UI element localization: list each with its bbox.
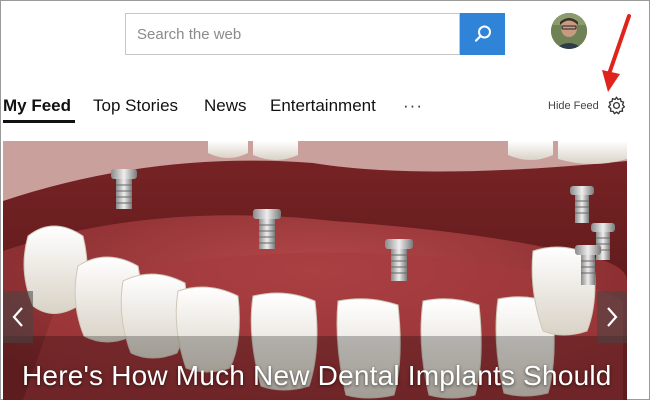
gear-icon[interactable] <box>606 95 627 116</box>
search-button[interactable] <box>460 13 505 55</box>
profile-photo <box>551 13 587 49</box>
tab-news[interactable]: News <box>204 94 247 122</box>
avatar[interactable] <box>551 13 587 49</box>
hide-feed-link[interactable]: Hide Feed <box>548 100 599 112</box>
tab-top-stories[interactable]: Top Stories <box>93 94 178 122</box>
active-tab-indicator <box>3 120 75 123</box>
article-headline[interactable]: Here's How Much New Dental Implants Shou… <box>22 360 612 392</box>
search-input[interactable] <box>126 14 459 54</box>
search-icon <box>474 25 491 42</box>
tab-entertainment[interactable]: Entertainment <box>270 94 376 122</box>
carousel-next-button[interactable] <box>597 291 627 343</box>
page-margin <box>627 141 648 398</box>
annotation-arrow <box>602 14 631 92</box>
tab-my-feed[interactable]: My Feed <box>3 94 71 122</box>
chevron-right-icon <box>607 307 618 327</box>
more-tabs-button[interactable]: ··· <box>403 94 423 118</box>
search-box <box>125 13 460 55</box>
carousel-prev-button[interactable] <box>3 291 33 343</box>
chevron-left-icon <box>12 307 23 327</box>
